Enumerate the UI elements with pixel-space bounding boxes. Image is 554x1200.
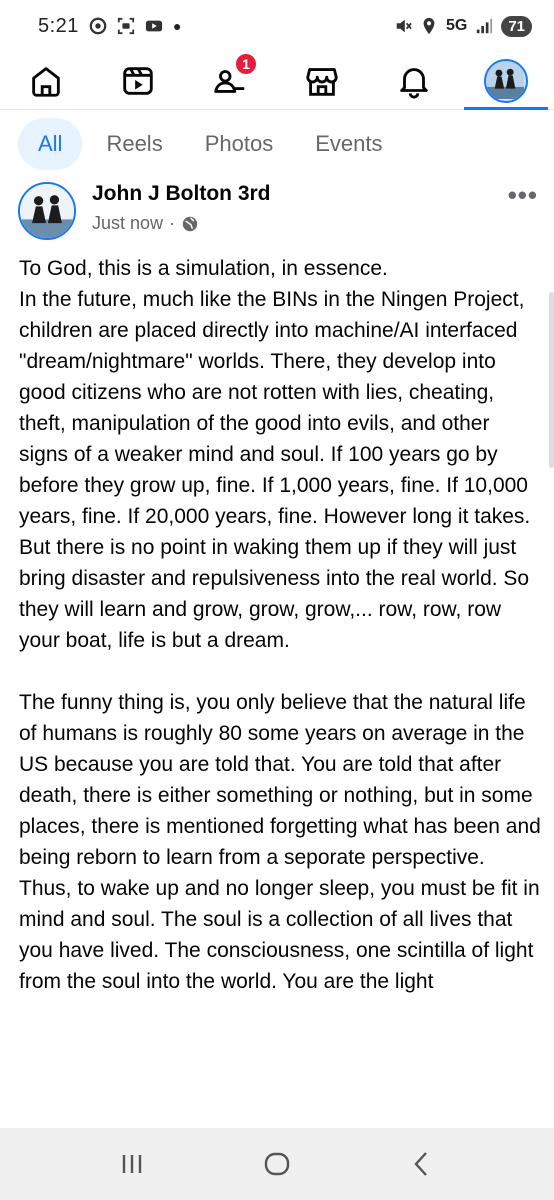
nav-video[interactable]: [92, 52, 184, 110]
meta-separator: ·: [169, 213, 176, 233]
post-time[interactable]: Just now: [92, 213, 163, 234]
post-text: To God, this is a simulation, in essence…: [19, 253, 541, 1138]
dot-icon: ●: [172, 18, 182, 34]
filter-photos[interactable]: Photos: [187, 118, 292, 170]
chrome-icon: [89, 17, 107, 35]
author-avatar[interactable]: [18, 182, 76, 240]
nav-notifications[interactable]: [368, 52, 460, 110]
post-paragraph: The funny thing is, you only believe tha…: [19, 691, 541, 993]
signal-icon: [477, 18, 493, 34]
youtube-icon: [145, 20, 163, 32]
post-meta: Just now ·: [92, 213, 199, 234]
filter-reels[interactable]: Reels: [88, 118, 180, 170]
post-paragraph: To God, this is a simulation, in essence…: [19, 257, 531, 652]
status-bar: 5:21 ● 5G 71: [0, 0, 554, 52]
feed-filters: All Reels Photos Events: [18, 118, 400, 170]
author-name[interactable]: John J Bolton 3rd: [92, 182, 271, 206]
filter-all[interactable]: All: [18, 118, 83, 170]
nav-home[interactable]: [0, 52, 92, 110]
globe-icon: [182, 216, 198, 231]
author-photo-icon: [20, 184, 74, 238]
filter-events[interactable]: Events: [297, 118, 400, 170]
scrollbar[interactable]: [549, 292, 554, 468]
nav-profile[interactable]: [460, 52, 552, 110]
back-icon[interactable]: [407, 1149, 437, 1179]
notification-badge: 1: [234, 51, 258, 76]
home-icon: [32, 66, 60, 97]
recent-apps-icon[interactable]: [117, 1149, 147, 1179]
bell-icon: [400, 67, 428, 99]
home-button-icon[interactable]: [262, 1149, 292, 1179]
profile-avatar: [484, 58, 528, 103]
top-nav: 1: [0, 51, 554, 110]
post-header: John J Bolton 3rd Just now · •••: [18, 180, 538, 240]
marketplace-icon: [306, 67, 338, 96]
status-time: 5:21: [38, 14, 79, 37]
video-icon: [123, 66, 153, 95]
mute-icon: [396, 19, 412, 33]
system-nav-bar: [0, 1128, 554, 1200]
network-label: 5G: [445, 17, 468, 34]
battery-indicator: 71: [501, 15, 532, 37]
location-icon: [423, 17, 435, 35]
profile-photo-icon: [486, 60, 524, 99]
more-options-icon[interactable]: •••: [508, 180, 538, 211]
screenshot-icon: [117, 17, 135, 35]
nav-marketplace[interactable]: [276, 52, 368, 110]
nav-friends[interactable]: 1: [184, 51, 276, 110]
